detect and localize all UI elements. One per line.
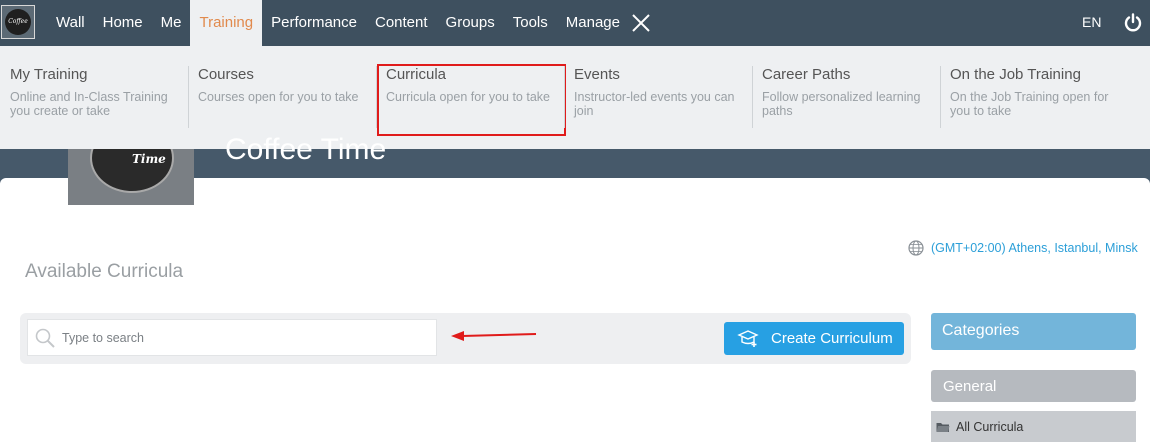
nav-item-tools[interactable]: Tools <box>504 0 557 46</box>
power-icon[interactable] <box>1123 13 1143 33</box>
menu-divider <box>564 66 565 128</box>
branch-logo-text: Time <box>132 152 166 166</box>
folder-icon <box>936 422 950 432</box>
nav-item-me[interactable]: Me <box>152 0 191 46</box>
nav-item-wall[interactable]: Wall <box>47 0 94 46</box>
company-logo[interactable]: Coffee <box>1 5 35 39</box>
categories-title: Categories <box>942 322 1020 339</box>
menu-item-description: On the Job Training open for you to take <box>950 90 1109 118</box>
nav-item-content[interactable]: Content <box>366 0 437 46</box>
category-item-all-curricula[interactable]: All Curricula <box>931 411 1136 442</box>
menu-item-description: Follow personalized learning paths <box>762 90 921 118</box>
create-curriculum-button[interactable]: Create Curriculum <box>724 322 904 355</box>
menu-item-events[interactable]: Events Instructor-led events you can joi… <box>574 66 744 118</box>
nav-item-training[interactable]: Training <box>190 0 263 46</box>
logo-text: Coffee <box>5 9 31 35</box>
search-icon <box>35 328 55 348</box>
main-nav: Wall Home Me Training Performance Conten… <box>47 0 629 46</box>
menu-item-my-training[interactable]: My Training Online and In-Class Training… <box>10 66 180 118</box>
category-group-label: General <box>943 378 997 395</box>
add-curriculum-icon <box>737 329 759 347</box>
menu-item-description: Online and In-Class Training you create … <box>10 90 168 118</box>
arrow-annotation-icon <box>451 331 537 341</box>
content-card <box>0 178 1150 442</box>
menu-item-title: On the Job Training <box>950 66 1081 83</box>
category-item-label: All Curricula <box>956 419 1024 434</box>
search-input[interactable] <box>62 320 432 355</box>
timezone-text: (GMT+02:00) Athens, Istanbul, Minsk <box>931 241 1138 255</box>
menu-item-title: Courses <box>198 66 254 83</box>
training-dropdown-menu: My Training Online and In-Class Training… <box>0 46 1150 149</box>
menu-item-courses[interactable]: Courses Courses open for you to take <box>198 66 368 104</box>
category-group-general[interactable]: General <box>931 370 1136 402</box>
nav-item-performance[interactable]: Performance <box>262 0 366 46</box>
page-title: Available Curricula <box>25 261 184 282</box>
menu-item-description: Courses open for you to take <box>198 90 359 104</box>
categories-header: Categories <box>931 313 1136 350</box>
language-selector[interactable]: EN <box>1082 14 1101 30</box>
close-icon[interactable] <box>631 13 651 33</box>
nav-item-home[interactable]: Home <box>94 0 152 46</box>
search-box <box>27 319 437 356</box>
create-curriculum-label: Create Curriculum <box>771 330 893 347</box>
globe-icon <box>908 240 924 256</box>
top-navigation-bar: Coffee Wall Home Me Training Performance… <box>0 0 1150 46</box>
menu-item-title: My Training <box>10 66 88 83</box>
menu-item-title: Career Paths <box>762 66 851 83</box>
timezone-link[interactable]: (GMT+02:00) Athens, Istanbul, Minsk <box>908 240 1138 256</box>
nav-item-groups[interactable]: Groups <box>437 0 504 46</box>
menu-item-on-the-job-training[interactable]: On the Job Training On the Job Training … <box>950 66 1120 118</box>
branch-logo: Time <box>68 149 194 205</box>
nav-item-manage[interactable]: Manage <box>557 0 629 46</box>
menu-item-title: Events <box>574 66 620 83</box>
menu-divider <box>188 66 189 128</box>
menu-divider <box>940 66 941 128</box>
menu-item-career-paths[interactable]: Career Paths Follow personalized learnin… <box>762 66 932 118</box>
cover-title: Coffee Time <box>225 133 387 166</box>
highlight-box <box>377 64 566 136</box>
menu-divider <box>752 66 753 128</box>
menu-item-description: Instructor-led events you can join <box>574 90 735 118</box>
